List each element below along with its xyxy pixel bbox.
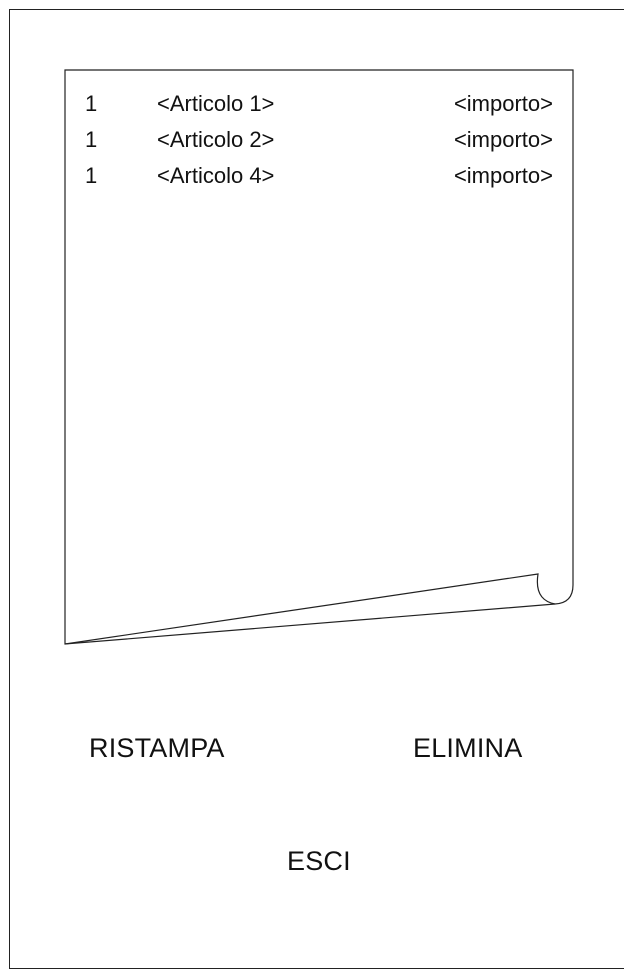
item-quantity: 1 <box>85 163 98 188</box>
item-name: <Articolo 2> <box>157 127 275 152</box>
reprint-button[interactable]: RISTAMPA <box>89 732 225 764</box>
item-amount: <importo> <box>453 91 553 116</box>
receipt-row: 1 <Articolo 1> <importo> <box>85 86 553 122</box>
item-amount: <importo> <box>453 127 553 152</box>
receipt-row: 1 <Articolo 2> <importo> <box>85 122 553 158</box>
item-quantity: 1 <box>85 127 98 152</box>
item-name: <Articolo 1> <box>157 91 275 116</box>
delete-button[interactable]: ELIMINA <box>413 732 522 764</box>
receipt-lines: 1 <Articolo 1> <importo> 1 <Articolo 2> … <box>85 86 553 194</box>
item-amount: <importo> <box>453 163 553 188</box>
item-quantity: 1 <box>85 91 98 116</box>
exit-button[interactable]: ESCI <box>287 845 351 877</box>
item-name: <Articolo 4> <box>157 163 275 188</box>
receipt-row: 1 <Articolo 4> <importo> <box>85 158 553 194</box>
